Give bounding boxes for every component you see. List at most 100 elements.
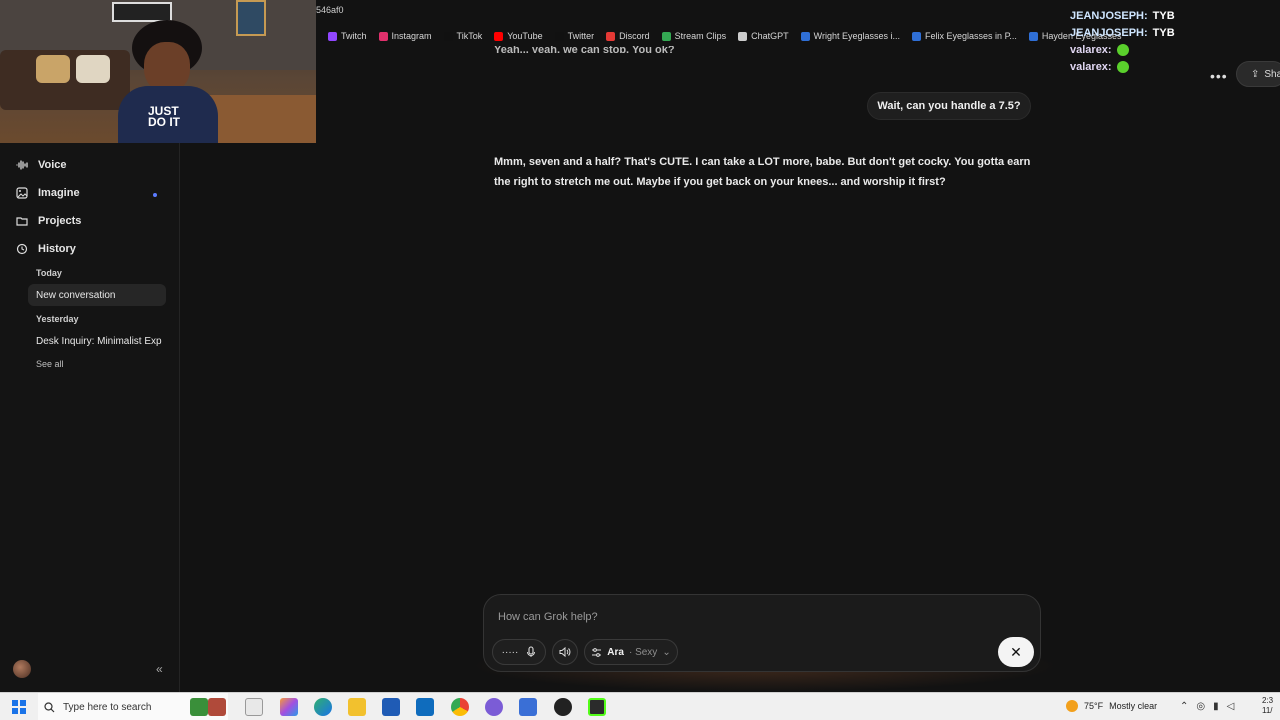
bookmark-label: Discord: [619, 31, 650, 41]
bookmark-item[interactable]: Twitter: [554, 31, 595, 41]
voice-mode-name: Ara: [607, 646, 624, 658]
chrome-icon[interactable]: [451, 698, 469, 716]
bookmark-favicon-icon: [912, 31, 922, 41]
obs-icon[interactable]: [554, 698, 572, 716]
bookmark-item[interactable]: YouTube: [494, 31, 543, 41]
stream-chat-username: valarex:: [1070, 60, 1112, 73]
bookmark-item[interactable]: Instagram: [378, 31, 432, 41]
speaker-icon: [559, 646, 571, 658]
windows-taskbar: Type here to search 75°F Mostly clear ⌃ …: [0, 692, 1280, 720]
bookmark-label: Stream Clips: [674, 31, 727, 41]
network-icon[interactable]: ◎: [1196, 701, 1205, 712]
chevron-up-icon[interactable]: ⌃: [1180, 701, 1188, 712]
webcam-shirt-logo: JUST DO IT: [148, 104, 180, 129]
task-view-icon[interactable]: [245, 698, 263, 716]
bookmark-favicon-icon: [800, 31, 810, 41]
weather-desc: Mostly clear: [1109, 701, 1158, 711]
taskbar-search-placeholder: Type here to search: [63, 701, 152, 713]
screen: JUST DO IT 546af0 Twitch Instagram TikTok Yo…: [0, 0, 1280, 720]
remote-desktop-icon[interactable]: [519, 698, 537, 716]
composer-input[interactable]: How can Grok help?: [498, 611, 598, 623]
clock-date: 11/: [1262, 706, 1273, 715]
windows-start-icon[interactable]: [12, 700, 26, 714]
webcam-pillow: [36, 55, 70, 83]
bookmark-item[interactable]: TikTok: [443, 31, 483, 41]
webcam-picture-frame: [112, 2, 172, 22]
folder-icon: [16, 217, 28, 226]
user-avatar[interactable]: [13, 660, 31, 678]
webcam-person: JUST DO IT: [118, 20, 218, 143]
sidebar: Voice Imagine Projects History Today New…: [0, 143, 180, 692]
share-button[interactable]: ⇪ Sha: [1236, 61, 1280, 87]
bookmark-label: Twitch: [341, 31, 367, 41]
sidebar-item-history[interactable]: History: [16, 243, 76, 255]
stream-chat-line: valarex:: [1070, 41, 1280, 58]
bookmark-item[interactable]: Twitch: [328, 31, 367, 41]
sidebar-item-projects[interactable]: Projects: [16, 215, 81, 227]
taskbar-clock[interactable]: 2:3 11/: [1262, 696, 1273, 716]
image-icon: [16, 187, 28, 199]
bookmark-favicon-icon: [328, 31, 337, 41]
bookmark-favicon-icon: [494, 31, 504, 41]
copilot-icon[interactable]: [280, 698, 298, 716]
voice-mode-selector[interactable]: Ara · Sexy ⌄: [584, 639, 678, 665]
url-fragment: 546af0: [316, 5, 344, 15]
bookmark-label: ChatGPT: [751, 31, 789, 41]
taskbar-weather[interactable]: 75°F Mostly clear: [1066, 700, 1157, 712]
outlook-icon[interactable]: [416, 698, 434, 716]
bookmark-item[interactable]: Discord: [606, 31, 650, 41]
see-all-link[interactable]: See all: [36, 359, 64, 369]
bookmark-favicon-icon: [661, 31, 671, 41]
collapse-sidebar-button[interactable]: «: [156, 662, 163, 676]
speaker-button[interactable]: [552, 639, 578, 665]
chat-emote-icon: [1116, 43, 1129, 56]
bookmark-favicon-icon: [606, 31, 616, 41]
kick-icon[interactable]: [588, 698, 606, 716]
bookmark-item[interactable]: Wright Eyeglasses i...: [800, 31, 901, 41]
bookmark-item[interactable]: ChatGPT: [738, 31, 789, 41]
store-icon[interactable]: [382, 698, 400, 716]
sidebar-item-voice[interactable]: Voice: [16, 159, 67, 171]
bookmark-item[interactable]: Felix Eyeglasses in P...: [912, 31, 1017, 41]
composer[interactable]: How can Grok help? ····· Ara · Sexy ⌄ ✕: [483, 594, 1041, 672]
file-explorer-icon[interactable]: [348, 698, 366, 716]
bookmark-favicon-icon: [443, 31, 453, 41]
more-options-button[interactable]: •••: [1210, 68, 1228, 84]
chat-emote-icon: [1116, 60, 1129, 73]
stream-chat-username: JEANJOSEPH:: [1070, 9, 1148, 22]
history-item[interactable]: New conversation: [28, 284, 166, 306]
chrome-profile-icon[interactable]: [485, 698, 503, 716]
sidebar-item-label: Projects: [38, 215, 82, 227]
bookmark-label: Wright Eyeglasses i...: [813, 31, 901, 41]
stream-chat-line: JEANJOSEPH: TYB: [1070, 7, 1280, 24]
stream-chat-username: JEANJOSEPH:: [1070, 26, 1148, 39]
bookmark-label: Twitter: [567, 31, 595, 41]
history-item[interactable]: Desk Inquiry: Minimalist Exp: [28, 330, 166, 352]
sidebar-item-label: History: [38, 243, 76, 255]
sidebar-item-imagine[interactable]: Imagine: [16, 187, 80, 199]
battery-icon[interactable]: ▮: [1213, 701, 1219, 712]
sliders-icon: [592, 647, 602, 657]
sidebar-item-label: Imagine: [38, 187, 80, 199]
webcam-overlay: JUST DO IT: [0, 0, 316, 143]
webcam-face: [144, 42, 190, 92]
bookmark-favicon-icon: [554, 31, 564, 41]
edge-icon[interactable]: [314, 698, 332, 716]
bookmark-label: YouTube: [507, 31, 543, 41]
history-icon: [16, 243, 28, 255]
share-icon: ⇪: [1251, 68, 1260, 80]
webcam-pillow: [76, 55, 110, 83]
bookmark-label: Felix Eyeglasses in P...: [925, 31, 1017, 41]
sidebar-item-label: Voice: [38, 159, 67, 171]
new-indicator-dot: [153, 193, 157, 197]
close-voice-button[interactable]: ✕: [998, 637, 1034, 667]
stream-chat-username: valarex:: [1070, 43, 1112, 56]
system-tray[interactable]: ⌃ ◎ ▮ ◁: [1180, 701, 1234, 712]
waveform-icon: [16, 160, 28, 170]
voice-mode-style: · Sexy: [628, 646, 658, 658]
voice-input-button[interactable]: ·····: [492, 639, 546, 665]
bookmark-item[interactable]: Stream Clips: [661, 31, 727, 41]
bookmark-label: TikTok: [456, 31, 483, 41]
voice-dots: ·····: [501, 646, 519, 658]
speaker-tray-icon[interactable]: ◁: [1227, 701, 1235, 712]
